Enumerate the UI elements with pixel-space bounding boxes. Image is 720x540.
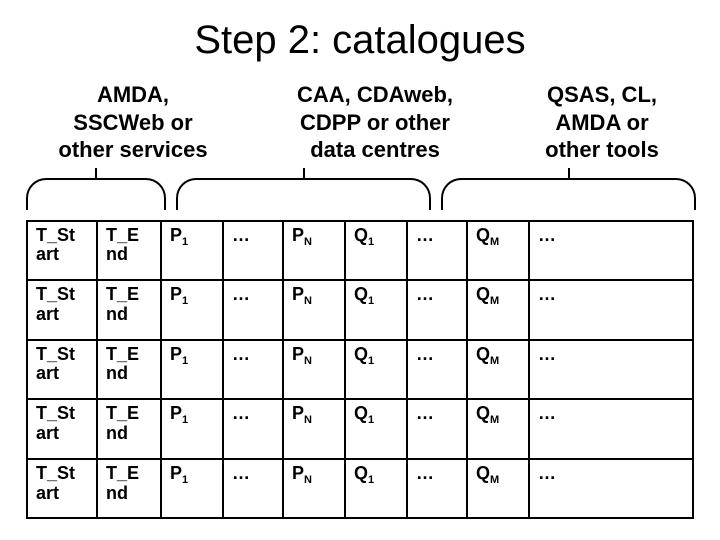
cell-qm: QM: [467, 399, 529, 459]
brace-icon: [441, 168, 696, 212]
table-row: T_StartT_EndP1…PNQ1…QM…: [27, 280, 693, 340]
cell-dots: …: [529, 459, 693, 519]
cell-p1: P1: [161, 280, 223, 340]
cell-tstart: T_Start: [27, 340, 97, 400]
table-row: T_StartT_EndP1…PNQ1…QM…: [27, 340, 693, 400]
brace-icon: [26, 168, 166, 212]
cell-qm: QM: [467, 459, 529, 519]
cell-q1: Q1: [345, 399, 407, 459]
cell-pn: PN: [283, 459, 345, 519]
group-header-1: AMDA, SSCWeb or other services: [28, 81, 238, 164]
cell-dots: …: [529, 280, 693, 340]
cell-dots: …: [223, 399, 283, 459]
cell-dots: …: [407, 459, 467, 519]
cell-tend: T_End: [97, 459, 161, 519]
cell-pn: PN: [283, 280, 345, 340]
cell-tend: T_End: [97, 280, 161, 340]
cell-pn: PN: [283, 399, 345, 459]
table-row: T_StartT_EndP1…PNQ1…QM…: [27, 399, 693, 459]
braces-row: [26, 168, 694, 214]
cell-dots: …: [529, 340, 693, 400]
cell-p1: P1: [161, 399, 223, 459]
cell-qm: QM: [467, 221, 529, 281]
cell-dots: …: [529, 221, 693, 281]
cell-q1: Q1: [345, 340, 407, 400]
cell-tstart: T_Start: [27, 280, 97, 340]
cell-tend: T_End: [97, 340, 161, 400]
cell-dots: …: [529, 399, 693, 459]
cell-pn: PN: [283, 340, 345, 400]
cell-qm: QM: [467, 340, 529, 400]
group-header-3: QSAS, CL, AMDA or other tools: [512, 81, 692, 164]
cell-dots: …: [407, 340, 467, 400]
cell-dots: …: [407, 221, 467, 281]
table-row: T_StartT_EndP1…PNQ1…QM…: [27, 221, 693, 281]
page-title: Step 2: catalogues: [0, 0, 720, 63]
cell-q1: Q1: [345, 280, 407, 340]
cell-dots: …: [223, 340, 283, 400]
cell-qm: QM: [467, 280, 529, 340]
column-group-headers: AMDA, SSCWeb or other services CAA, CDAw…: [28, 81, 692, 164]
cell-p1: P1: [161, 340, 223, 400]
cell-dots: …: [223, 459, 283, 519]
cell-dots: …: [223, 280, 283, 340]
cell-tend: T_End: [97, 221, 161, 281]
table-row: T_StartT_EndP1…PNQ1…QM…: [27, 459, 693, 519]
group-header-2: CAA, CDAweb, CDPP or other data centres: [260, 81, 490, 164]
cell-q1: Q1: [345, 221, 407, 281]
cell-dots: …: [407, 280, 467, 340]
cell-pn: PN: [283, 221, 345, 281]
cell-tstart: T_Start: [27, 221, 97, 281]
cell-dots: …: [223, 221, 283, 281]
cell-dots: …: [407, 399, 467, 459]
slide: Step 2: catalogues AMDA, SSCWeb or other…: [0, 0, 720, 540]
cell-tend: T_End: [97, 399, 161, 459]
cell-p1: P1: [161, 459, 223, 519]
cell-q1: Q1: [345, 459, 407, 519]
catalogue-table: T_StartT_EndP1…PNQ1…QM…T_StartT_EndP1…PN…: [26, 220, 694, 520]
cell-p1: P1: [161, 221, 223, 281]
cell-tstart: T_Start: [27, 459, 97, 519]
cell-tstart: T_Start: [27, 399, 97, 459]
brace-icon: [176, 168, 431, 212]
